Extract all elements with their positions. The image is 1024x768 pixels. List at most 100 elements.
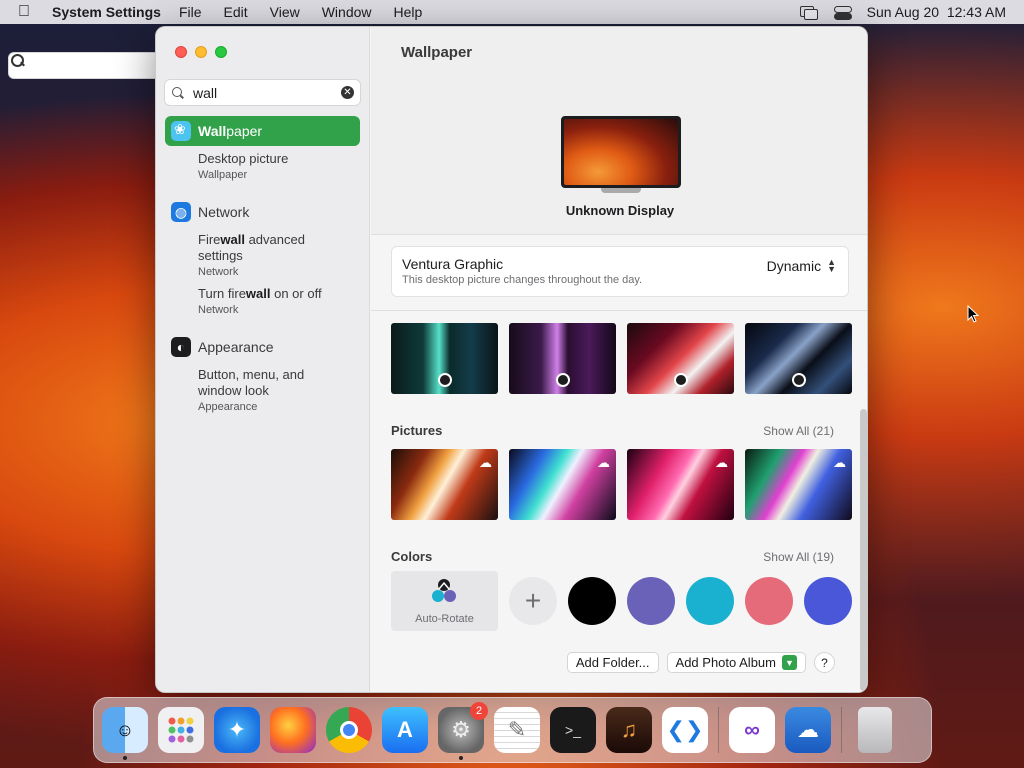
menu-view[interactable]: View [266,4,304,20]
wallpaper-thumb[interactable] [745,323,852,394]
add-color-button[interactable]: + [509,577,557,625]
color-swatch-cyan[interactable] [686,577,734,625]
dynamic-wallpapers-row [391,323,852,394]
dock: ☺ ✦ A ⚙ 2 ✎ >_ ♫ ❮❯ ∞ ☁ [93,697,932,763]
result-subtitle: Network [198,304,239,316]
auto-rotate-tile[interactable]: Auto-Rotate [391,571,498,631]
menu-edit[interactable]: Edit [220,4,252,20]
main-pane: Wallpaper Unknown Display Ventura Graphi… [371,27,867,692]
colors-section-title: Colors [391,549,433,564]
appearance-icon: ◐ [171,337,191,357]
dock-chrome-icon[interactable] [326,707,372,753]
close-window-button[interactable] [175,46,187,58]
dock-garageband-icon[interactable]: ♫ [606,707,652,753]
dropdown-chevron-icon: ▼ [782,655,797,670]
result-desktop-picture[interactable]: Desktop picture Wallpaper [198,151,288,183]
menu-window[interactable]: Window [318,4,376,20]
dynamic-badge-icon [792,373,806,387]
sidebar: wall ✕ Wallpaper Desktop picture Wallpap… [156,27,370,692]
sidebar-item-appearance[interactable]: ◐ Appearance [171,337,274,357]
menu-help[interactable]: Help [390,4,427,20]
dock-system-settings-icon[interactable]: ⚙ 2 [438,702,488,760]
wallpaper-thumb[interactable] [391,323,498,394]
search-input[interactable]: wall [193,85,341,101]
result-subtitle: Network [198,266,239,278]
display-preview-area: Wallpaper Unknown Display [371,27,867,235]
add-folder-button[interactable]: Add Folder... [566,652,659,673]
wallpaper-thumb[interactable]: ☁ [627,449,734,520]
network-globe-icon: ◍ [171,202,191,222]
color-swatch-black[interactable] [568,577,616,625]
result-firewall-advanced[interactable]: Firewall advanced settings Network [198,232,348,280]
dock-vscode-icon[interactable]: ❮❯ [662,707,708,753]
pictures-show-all-link[interactable]: Show All (21) [763,424,834,438]
sidebar-item-wallpaper[interactable]: Wallpaper [165,116,360,146]
wallpaper-mode-popup[interactable]: Dynamic ▲ ▼ [766,257,836,275]
dynamic-badge-icon [674,373,688,387]
menu-bar:  System Settings File Edit View Window … [0,0,1024,79]
result-title: Button, menu, and window look [198,367,305,398]
screen-mirroring-icon[interactable] [799,5,818,20]
dock-app-store-icon[interactable]: A [382,707,428,753]
dock-firefox-icon[interactable] [270,707,316,753]
zoom-window-button[interactable] [215,46,227,58]
search-icon [171,86,185,100]
scrollbar[interactable] [860,409,867,691]
minimize-window-button[interactable] [195,46,207,58]
cloud-download-icon: ☁ [715,455,728,470]
dynamic-badge-icon [438,373,452,387]
clear-search-icon[interactable]: ✕ [341,86,354,99]
help-button[interactable]: ? [814,652,835,673]
mode-value: Dynamic [766,258,822,274]
wallpaper-thumb[interactable]: ☁ [391,449,498,520]
sidebar-search-field[interactable]: wall ✕ [164,79,361,106]
add-photo-album-button[interactable]: Add Photo Album ▼ [666,652,806,673]
display-name: Unknown Display [565,203,675,218]
menu-app-name[interactable]: System Settings [52,4,161,20]
result-title: Turn firewall on or off [198,286,322,301]
wallpaper-thumb[interactable] [627,323,734,394]
cloud-download-icon: ☁ [597,455,610,470]
menubar-clock[interactable]: Sun Aug 20 12:43 AM [867,4,1006,20]
dock-trash-icon[interactable] [858,707,892,753]
sidebar-item-label: Appearance [198,339,274,355]
page-title: Wallpaper [401,44,473,61]
result-button-menu-window-look[interactable]: Button, menu, and window look Appearance [198,367,328,415]
wallpaper-thumb[interactable]: ☁ [509,449,616,520]
up-down-chevron-icon: ▲ ▼ [827,257,836,274]
dock-visual-studio-icon[interactable]: ∞ [729,707,775,753]
current-wallpaper-description: This desktop picture changes throughout … [402,274,643,286]
control-center-icon[interactable] [833,5,852,20]
dock-separator [841,707,842,753]
apple-menu-icon[interactable]:  [18,3,38,21]
dock-safari-icon[interactable]: ✦ [214,707,260,753]
dock-launchpad-icon[interactable] [158,707,204,753]
colors-row: Auto-Rotate + [391,571,852,631]
colors-show-all-link[interactable]: Show All (19) [763,550,834,564]
result-subtitle: Appearance [198,401,258,413]
cloud-download-icon: ☁ [833,455,846,470]
color-swatch-blue[interactable] [804,577,852,625]
result-firewall-toggle[interactable]: Turn firewall on or off Network [198,286,348,318]
cloud-download-icon: ☁ [479,455,492,470]
result-title: Desktop picture [198,151,289,166]
color-swatch-purple[interactable] [627,577,675,625]
wallpaper-scroll-region[interactable]: Pictures Show All (21) ☁ ☁ ☁ ☁ Colors Sh… [371,310,867,692]
running-indicator [123,756,127,760]
sidebar-item-label: Network [198,204,250,220]
running-indicator [459,756,463,760]
dock-textedit-icon[interactable]: ✎ [494,707,540,753]
wallpaper-thumb[interactable]: ☁ [745,449,852,520]
bottom-buttons: Add Folder... Add Photo Album ▼ ? [566,652,835,673]
dock-finder-icon[interactable]: ☺ [102,707,148,760]
result-subtitle: Wallpaper [198,169,248,181]
wallpaper-thumb[interactable] [509,323,616,394]
menu-file[interactable]: File [175,4,206,20]
sidebar-item-network[interactable]: ◍ Network [171,202,249,222]
dynamic-badge-icon [556,373,570,387]
pictures-row: ☁ ☁ ☁ ☁ [391,449,852,520]
dock-weather-icon[interactable]: ☁ [785,707,831,753]
traffic-lights [175,46,227,58]
dock-terminal-icon[interactable]: >_ [550,707,596,753]
color-swatch-pink[interactable] [745,577,793,625]
